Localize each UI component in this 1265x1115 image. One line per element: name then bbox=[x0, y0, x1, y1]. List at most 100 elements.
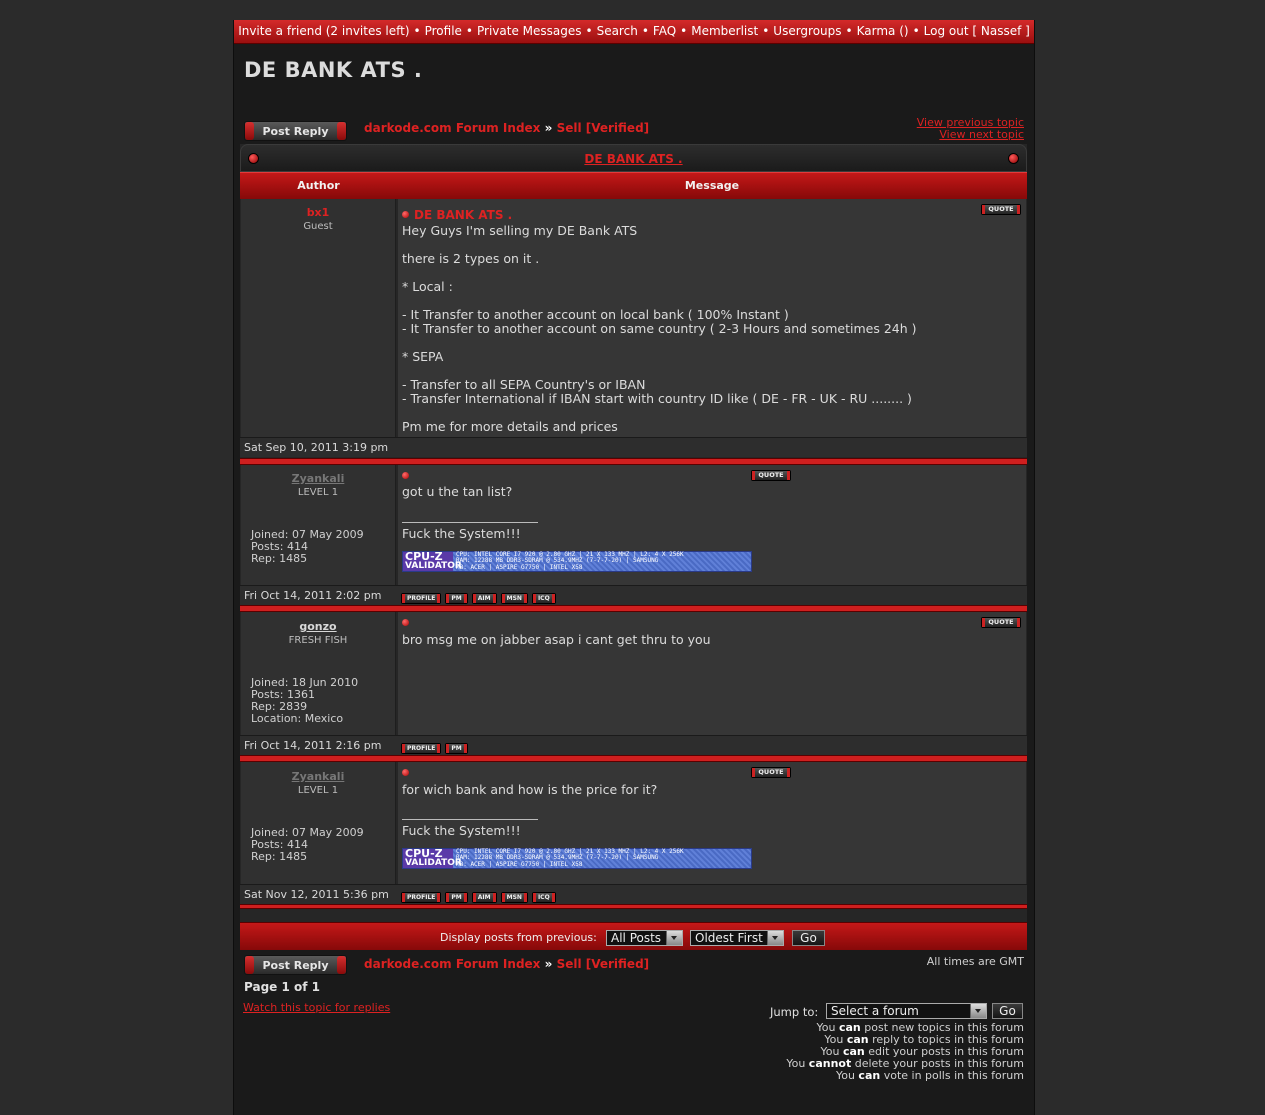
nav-separator: • bbox=[762, 24, 770, 38]
post-date: Fri Oct 14, 2011 2:02 pm bbox=[244, 589, 382, 602]
nav-private-messages-link[interactable]: Private Messages bbox=[477, 24, 582, 38]
pm-button[interactable]: PM bbox=[445, 892, 468, 903]
quote-button[interactable]: QUOTE bbox=[981, 617, 1021, 628]
post-message-cell: DE BANK ATS . QUOTE Hey Guys I'm selling… bbox=[398, 199, 1026, 437]
nav-separator: • bbox=[641, 24, 649, 38]
post-bullet-icon bbox=[402, 472, 409, 479]
pm-button[interactable]: PM bbox=[445, 743, 468, 754]
author-rep: Rep: 1485 bbox=[251, 552, 308, 565]
post-author-name[interactable]: gonzo bbox=[241, 620, 395, 633]
breadcrumb-separator: » bbox=[544, 121, 553, 135]
profile-button[interactable]: PROFILE bbox=[401, 892, 442, 903]
cpuz-logo: CPU-Z VALIDATOR bbox=[403, 550, 462, 571]
post-author-cell: Zyankali LEVEL 1 Joined: 07 May 2009 Pos… bbox=[241, 762, 396, 884]
post-author-name[interactable]: bx1 bbox=[241, 206, 395, 219]
post-author-info: Joined: 18 Jun 2010 Posts: 1361 Rep: 283… bbox=[251, 677, 358, 725]
profile-button[interactable]: PROFILE bbox=[401, 593, 442, 604]
display-posts-label: Display posts from previous: bbox=[440, 931, 597, 944]
msn-button[interactable]: MSN bbox=[500, 593, 528, 604]
post-author-name[interactable]: Zyankali bbox=[241, 770, 395, 783]
breadcrumb-section-link[interactable]: Sell [Verified] bbox=[557, 957, 650, 971]
post-author-info: Joined: 07 May 2009 Posts: 414 Rep: 1485 bbox=[251, 827, 364, 863]
topic-table: DE BANK ATS . Author Message bx1 Guest D… bbox=[240, 144, 1027, 950]
watch-topic-link[interactable]: Watch this topic for replies bbox=[243, 1001, 390, 1014]
post-4: Zyankali LEVEL 1 Joined: 07 May 2009 Pos… bbox=[240, 762, 1027, 904]
signature-text: Fuck the System!!! bbox=[402, 526, 521, 541]
table-header-row: Author Message bbox=[240, 172, 1027, 199]
view-next-topic-link[interactable]: View next topic bbox=[917, 129, 1024, 141]
topic-table-title-link[interactable]: DE BANK ATS . bbox=[241, 152, 1026, 166]
nav-separator: • bbox=[845, 24, 853, 38]
jump-to-select[interactable]: Select a forum bbox=[826, 1003, 987, 1019]
post-reply-button[interactable]: Post Reply bbox=[244, 121, 347, 141]
nav-separator: • bbox=[465, 24, 473, 38]
breadcrumb-section-link[interactable]: Sell [Verified] bbox=[557, 121, 650, 135]
pm-button[interactable]: PM bbox=[445, 593, 468, 604]
display-options-bar: Display posts from previous: All Posts O… bbox=[240, 922, 1027, 950]
post-subject bbox=[402, 616, 414, 630]
author-rep: Rep: 1485 bbox=[251, 850, 308, 863]
post-reply-label: Post Reply bbox=[262, 959, 329, 972]
post-body: for wich bank and how is the price for i… bbox=[402, 782, 658, 797]
nav-separator: • bbox=[413, 24, 421, 38]
posts-filter-select[interactable]: All Posts bbox=[606, 930, 683, 946]
nav-logout-link[interactable]: Log out [ Nassef ] bbox=[924, 24, 1030, 38]
post-reply-button-bottom[interactable]: Post Reply bbox=[244, 955, 347, 975]
cpuz-validator-banner[interactable]: CPU-Z VALIDATOR CPU: INTEL CORE I7 920 @ … bbox=[402, 551, 752, 572]
post-bullet-icon bbox=[402, 211, 409, 218]
post-subject: DE BANK ATS . bbox=[402, 208, 512, 222]
post-date: Fri Oct 14, 2011 2:16 pm bbox=[244, 739, 382, 752]
post-author-info: Joined: 07 May 2009 Posts: 414 Rep: 1485 bbox=[251, 529, 364, 565]
nav-separator: • bbox=[585, 24, 593, 38]
display-go-button[interactable]: Go bbox=[792, 930, 825, 946]
top-navigation: Invite a friend (2 invites left) • Profile… bbox=[234, 20, 1034, 44]
post-body: Hey Guys I'm selling my DE Bank ATS ther… bbox=[402, 223, 917, 434]
nav-profile-link[interactable]: Profile bbox=[425, 24, 462, 38]
post-author-rank: Guest bbox=[303, 221, 333, 232]
author-column-header: Author bbox=[297, 179, 340, 192]
posts-order-select[interactable]: Oldest First bbox=[690, 930, 784, 946]
aim-button[interactable]: AIM bbox=[471, 892, 497, 903]
contact-buttons: PROFILE PM AIM MSN ICQ bbox=[401, 590, 560, 604]
quote-button[interactable]: QUOTE bbox=[751, 767, 791, 778]
post-author-name[interactable]: Zyankali bbox=[241, 472, 395, 485]
nav-separator: • bbox=[680, 24, 688, 38]
breadcrumb-forum-index-link[interactable]: darkode.com Forum Index bbox=[364, 121, 540, 135]
signature-divider bbox=[402, 819, 538, 820]
aim-button[interactable]: AIM bbox=[471, 593, 497, 604]
cpuz-validator-banner[interactable]: CPU-Z VALIDATOR CPU: INTEL CORE I7 920 @ … bbox=[402, 848, 752, 869]
jump-go-button[interactable]: Go bbox=[992, 1003, 1023, 1019]
breadcrumb-forum-index-link[interactable]: darkode.com Forum Index bbox=[364, 957, 540, 971]
nav-usergroups-link[interactable]: Usergroups bbox=[773, 24, 841, 38]
icq-button[interactable]: ICQ bbox=[531, 593, 556, 604]
nav-search-link[interactable]: Search bbox=[597, 24, 638, 38]
post-author-cell: Zyankali LEVEL 1 Joined: 07 May 2009 Pos… bbox=[241, 465, 396, 585]
nav-invite-link[interactable]: Invite a friend (2 invites left) bbox=[238, 24, 409, 38]
signature-divider bbox=[402, 522, 538, 523]
profile-button[interactable]: PROFILE bbox=[401, 743, 442, 754]
post-bullet-icon bbox=[402, 619, 409, 626]
msn-button[interactable]: MSN bbox=[500, 892, 528, 903]
quote-button[interactable]: QUOTE bbox=[981, 204, 1021, 215]
icq-button[interactable]: ICQ bbox=[531, 892, 556, 903]
topic-navigation: View previous topic View next topic bbox=[917, 117, 1024, 141]
post-reply-label: Post Reply bbox=[262, 125, 329, 138]
post-footer: Sat Nov 12, 2011 5:36 pm PROFILE PM AIM MSN… bbox=[240, 884, 1027, 904]
post-3: gonzo FRESH FISH Joined: 18 Jun 2010 Pos… bbox=[240, 612, 1027, 755]
post-subject bbox=[402, 469, 414, 483]
nav-karma-link[interactable]: Karma () bbox=[857, 24, 909, 38]
post-footer: Fri Oct 14, 2011 2:02 pm PROFILE PM AIM MSN… bbox=[240, 585, 1027, 605]
author-location: Location: Mexico bbox=[251, 712, 344, 725]
post-date: Sat Nov 12, 2011 5:36 pm bbox=[244, 888, 389, 901]
topic-table-caption: DE BANK ATS . bbox=[240, 144, 1027, 172]
contact-buttons: PROFILE PM AIM MSN ICQ bbox=[401, 889, 560, 903]
contact-buttons: PROFILE PM bbox=[401, 740, 472, 754]
nav-faq-link[interactable]: FAQ bbox=[653, 24, 676, 38]
post-message-cell: QUOTE got u the tan list? Fuck the Syste… bbox=[398, 465, 1026, 585]
nav-memberlist-link[interactable]: Memberlist bbox=[691, 24, 758, 38]
nav-separator: • bbox=[912, 24, 920, 38]
quote-button[interactable]: QUOTE bbox=[751, 470, 791, 481]
page-title: DE BANK ATS . bbox=[244, 58, 423, 82]
post-author-rank: FRESH FISH bbox=[288, 635, 348, 646]
post-subject bbox=[402, 766, 414, 780]
